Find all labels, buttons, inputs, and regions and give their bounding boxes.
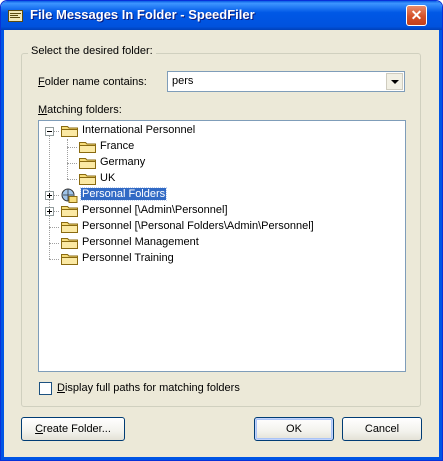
ok-label: OK xyxy=(286,423,302,435)
title-bar[interactable]: File Messages In Folder - SpeedFiler ✕ xyxy=(1,1,442,30)
display-full-paths-checkbox[interactable] xyxy=(39,382,52,395)
close-icon: ✕ xyxy=(410,7,423,23)
window-border-left xyxy=(1,30,4,460)
expand-plus-icon[interactable] xyxy=(45,191,54,200)
cancel-button[interactable]: Cancel xyxy=(342,417,422,441)
groupbox-label: Select the desired folder: xyxy=(28,45,156,57)
matching-folders-tree[interactable]: International Personnel France Germany UK Pe… xyxy=(38,120,406,372)
create-hotkey: C xyxy=(35,423,44,435)
folder-icon xyxy=(61,124,78,137)
folder-icon xyxy=(61,236,78,249)
window-border-right xyxy=(439,30,442,460)
tree-item[interactable]: Personnel Management xyxy=(81,236,200,248)
display-hotkey: D xyxy=(57,382,65,394)
folder-icon xyxy=(79,156,96,169)
dialog-window: File Messages In Folder - SpeedFiler ✕ S… xyxy=(0,0,443,461)
tree-connector-line xyxy=(49,227,59,229)
tree-connector-line xyxy=(67,147,77,149)
folder-icon xyxy=(61,252,78,265)
tree-connector-line xyxy=(49,259,59,261)
tree-item[interactable]: France xyxy=(99,140,135,152)
ok-button[interactable]: OK xyxy=(254,417,334,441)
matching-folders-label: Matching folders: xyxy=(38,104,122,116)
create-label: reate Folder... xyxy=(43,423,111,435)
folder-icon xyxy=(79,140,96,153)
tree-item[interactable]: Personnel [\Personal Folders\Admin\Perso… xyxy=(81,220,315,232)
tree-item[interactable]: International Personnel xyxy=(81,124,196,136)
folder-icon xyxy=(61,220,78,233)
folder-name-combobox[interactable]: pers xyxy=(167,71,405,92)
tree-connector-line xyxy=(67,139,69,179)
folder-messages-icon xyxy=(8,10,23,22)
display-full-paths-label[interactable]: Display full paths for matching folders xyxy=(57,382,240,394)
tree-item[interactable]: Germany xyxy=(99,156,146,168)
tree-connector-line xyxy=(49,243,59,245)
folder-name-label: Folder name contains: xyxy=(38,76,147,88)
tree-item[interactable]: Personnel Training xyxy=(81,252,175,264)
window-border-bottom xyxy=(1,457,442,460)
window-title: File Messages In Folder - SpeedFiler xyxy=(30,7,255,22)
folder-icon xyxy=(61,204,78,217)
tree-item[interactable]: Personal Folders xyxy=(79,187,168,201)
cancel-label: Cancel xyxy=(364,423,400,435)
folder-name-value[interactable]: pers xyxy=(172,75,193,87)
matching-label-text: atching folders: xyxy=(47,104,122,116)
folder-icon xyxy=(79,172,96,185)
tree-connector-line xyxy=(67,163,77,165)
tree-connector-line xyxy=(67,179,77,181)
personal-folders-icon xyxy=(61,188,78,203)
collapse-minus-icon[interactable] xyxy=(45,127,54,136)
tree-item[interactable]: Personnel [\Admin\Personnel] xyxy=(81,204,229,216)
folder-name-label-text: older name contains: xyxy=(44,76,147,88)
expand-plus-icon[interactable] xyxy=(45,207,54,216)
tree-item[interactable]: UK xyxy=(99,172,116,184)
close-button[interactable]: ✕ xyxy=(406,5,427,26)
dropdown-arrow-icon[interactable] xyxy=(386,73,403,90)
folder-name-hotkey: F xyxy=(38,76,45,88)
matching-hotkey: M xyxy=(38,104,48,116)
display-label-text: isplay full paths for matching folders xyxy=(64,382,240,394)
create-folder-button[interactable]: Create Folder... xyxy=(21,417,125,441)
